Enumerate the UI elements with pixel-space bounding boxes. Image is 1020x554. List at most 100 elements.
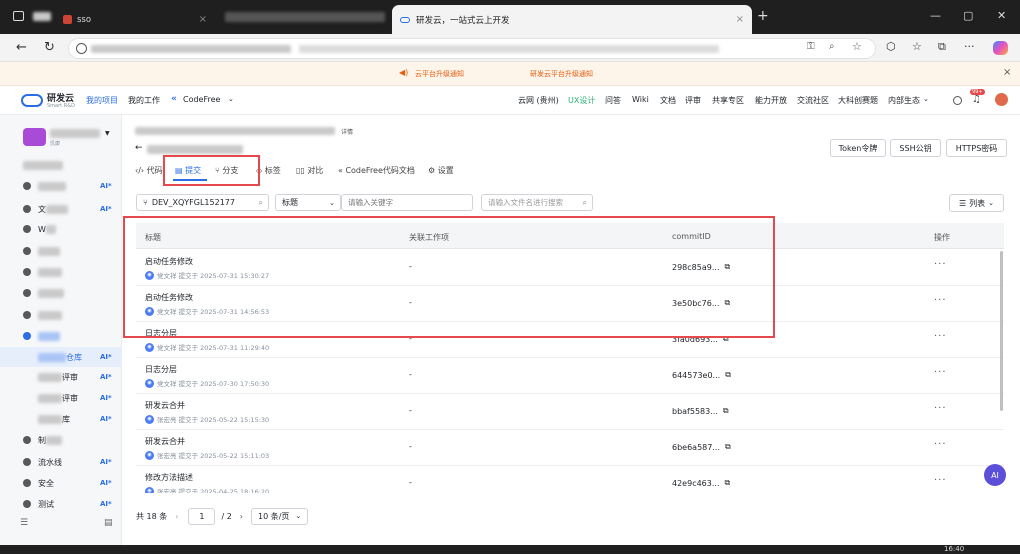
chevron-down-icon[interactable]: ▼ bbox=[105, 130, 110, 137]
commit-id[interactable]: 6be6a587... ⧉ bbox=[672, 442, 731, 452]
commit-title[interactable]: 研发云合并 bbox=[145, 400, 185, 411]
ai-assistant-button[interactable]: AI bbox=[984, 464, 1006, 486]
sidebar-item[interactable]: AI* bbox=[0, 176, 122, 196]
favorites-icon[interactable]: ☆ bbox=[912, 40, 922, 53]
keyword-input[interactable] bbox=[341, 194, 473, 211]
sidebar-item-test[interactable]: 测试 AI* bbox=[0, 494, 122, 514]
table-row[interactable]: 研发云合并 ◉ 张宏亮 提交于 2025-05-22 15:15:30 - bbaf55… bbox=[136, 394, 1004, 430]
more-actions-icon[interactable]: ··· bbox=[934, 295, 947, 306]
copilot-icon[interactable] bbox=[993, 41, 1008, 55]
collapse-sidebar-icon[interactable]: ☰ bbox=[20, 518, 28, 528]
commit-title[interactable]: 研发云合并 bbox=[145, 436, 185, 447]
more-actions-icon[interactable]: ··· bbox=[934, 475, 947, 486]
tab-settings[interactable]: ⚙ 设置 bbox=[428, 165, 454, 176]
notice-text[interactable]: 云平台升级通知 bbox=[415, 69, 464, 79]
close-tab-icon[interactable]: × bbox=[199, 14, 207, 25]
nav-ecosystem[interactable]: 内部生态 bbox=[888, 95, 920, 106]
sidebar-item[interactable] bbox=[0, 326, 122, 346]
expand-icon[interactable]: ▤ bbox=[104, 518, 113, 528]
nav-yunwang[interactable]: 云网 (贵州) bbox=[518, 95, 559, 106]
tab-actions-icon[interactable] bbox=[13, 11, 24, 21]
file-search-input[interactable]: 请输入文件名进行搜索 ⌕ bbox=[481, 194, 593, 211]
sidebar-item[interactable]: W bbox=[0, 219, 122, 239]
tab-codefree-docs[interactable]: « CodeFree代码文档 bbox=[338, 165, 415, 176]
copy-icon[interactable]: ⧉ bbox=[725, 442, 731, 452]
table-row[interactable]: 修改方法描述 ◉ 张宏亮 提交于 2025-04-25 18:16:20 - 42e9c… bbox=[136, 466, 1004, 493]
sidebar-item[interactable] bbox=[0, 262, 122, 282]
more-actions-icon[interactable]: ··· bbox=[934, 439, 947, 450]
tab-code[interactable]: ‹/› 代码 bbox=[135, 165, 163, 176]
nav-docs[interactable]: 文档 bbox=[660, 95, 676, 106]
favorite-star-icon[interactable]: ☆ bbox=[852, 40, 862, 53]
back-arrow-icon[interactable]: ← bbox=[16, 40, 27, 55]
more-actions-icon[interactable]: ··· bbox=[934, 403, 947, 414]
sidebar-subitem[interactable]: 评审 AI* bbox=[0, 388, 122, 408]
sidebar-item[interactable]: 文 AI* bbox=[0, 199, 122, 219]
nav-wiki[interactable]: Wiki bbox=[632, 95, 649, 104]
minimize-icon[interactable]: — bbox=[930, 9, 941, 22]
more-menu-icon[interactable]: ··· bbox=[964, 40, 975, 53]
page-input[interactable]: 1 bbox=[188, 507, 216, 525]
refresh-icon[interactable]: ↻ bbox=[44, 40, 55, 55]
nav-qa[interactable]: 问答 bbox=[605, 95, 621, 106]
commit-id[interactable]: 644573e0... ⧉ bbox=[672, 370, 731, 380]
sidebar-item[interactable]: 制 bbox=[0, 430, 122, 450]
tab-compare[interactable]: ▯▯ 对比 bbox=[296, 165, 323, 176]
project-avatar[interactable] bbox=[23, 128, 46, 146]
blurred-tab[interactable] bbox=[33, 12, 51, 21]
commit-title[interactable]: 日志分层 bbox=[145, 364, 177, 375]
nav-open[interactable]: 能力开放 bbox=[755, 95, 787, 106]
branch-selector[interactable]: ⑂ DEV_XQYFGL152177 ⌕ bbox=[136, 194, 269, 211]
scrollbar[interactable] bbox=[1000, 251, 1003, 411]
site-info-icon[interactable] bbox=[76, 43, 87, 54]
page-size-select[interactable]: 10 条/页 ⌄ bbox=[251, 507, 309, 525]
commit-id[interactable]: bbaf5583... ⧉ bbox=[672, 406, 729, 416]
field-select[interactable]: 标题 ⌄ bbox=[275, 194, 341, 211]
more-actions-icon[interactable]: ··· bbox=[934, 367, 947, 378]
nav-my-projects[interactable]: 我的项目 bbox=[86, 95, 118, 106]
next-page-icon[interactable]: › bbox=[240, 512, 243, 521]
sidebar-subitem[interactable]: 评审 AI* bbox=[0, 367, 122, 387]
sidebar-subitem[interactable]: 库 AI* bbox=[0, 409, 122, 429]
notice-text[interactable]: 研发云平台升级通知 bbox=[530, 69, 593, 79]
collections-icon[interactable]: ⧉ bbox=[938, 40, 946, 54]
maximize-icon[interactable]: ▢ bbox=[963, 9, 973, 22]
blurred-tab[interactable] bbox=[225, 12, 385, 22]
sidebar-item[interactable] bbox=[0, 241, 122, 261]
url-field[interactable]: ⚿ ⌕ ☆ bbox=[68, 38, 876, 59]
https-password-button[interactable]: HTTPS密码 bbox=[946, 139, 1007, 157]
table-row[interactable]: 日志分层 ◉ 党文祥 提交于 2025-07-30 17:50:30 - 644573e… bbox=[136, 358, 1004, 394]
browser-tab-active[interactable]: 研发云，一站式云上开发 × bbox=[392, 5, 752, 34]
token-button[interactable]: Token令牌 bbox=[830, 139, 886, 157]
sidebar-item[interactable] bbox=[0, 305, 122, 325]
help-icon[interactable] bbox=[953, 96, 962, 105]
commit-title[interactable]: 修改方法描述 bbox=[145, 472, 193, 483]
sidebar-subitem-repo[interactable]: 仓库 AI* bbox=[0, 347, 122, 367]
copy-icon[interactable]: ⧉ bbox=[723, 406, 729, 416]
zoom-icon[interactable]: ⌕ bbox=[829, 41, 835, 52]
close-window-icon[interactable]: ✕ bbox=[997, 9, 1006, 22]
back-arrow-icon[interactable]: ← bbox=[135, 143, 143, 153]
more-actions-icon[interactable]: ··· bbox=[934, 331, 947, 342]
more-actions-icon[interactable]: ··· bbox=[934, 259, 947, 270]
browser-tab-sso[interactable]: sso × bbox=[55, 5, 215, 34]
nav-ux[interactable]: UX设计 bbox=[568, 95, 595, 106]
new-tab-button[interactable]: + bbox=[757, 8, 769, 24]
nav-review[interactable]: 评审 bbox=[685, 95, 701, 106]
user-avatar[interactable] bbox=[995, 93, 1008, 106]
view-toggle-button[interactable]: ☰ 列表 ⌄ bbox=[949, 194, 1004, 212]
sidebar-item-pipeline[interactable]: 流水线 AI* bbox=[0, 452, 122, 472]
table-row[interactable]: 研发云合并 ◉ 张宏亮 提交于 2025-05-22 15:11:03 - 6be6a5… bbox=[136, 430, 1004, 466]
nav-share[interactable]: 共享专区 bbox=[712, 95, 744, 106]
nav-codefree[interactable]: CodeFree bbox=[183, 95, 220, 104]
nav-contest[interactable]: 大科创赛题 bbox=[838, 95, 878, 106]
nav-my-work[interactable]: 我的工作 bbox=[128, 95, 160, 106]
cloud-logo-icon[interactable] bbox=[21, 94, 43, 107]
extensions-icon[interactable]: ⬡ bbox=[886, 40, 896, 53]
nav-community[interactable]: 交流社区 bbox=[797, 95, 829, 106]
bell-icon[interactable]: ♫ bbox=[972, 94, 981, 105]
key-icon[interactable]: ⚿ bbox=[807, 41, 815, 52]
sidebar-item[interactable] bbox=[0, 283, 122, 303]
copy-icon[interactable]: ⧉ bbox=[725, 370, 731, 380]
commit-id[interactable]: 42e9c463... ⧉ bbox=[672, 478, 730, 488]
